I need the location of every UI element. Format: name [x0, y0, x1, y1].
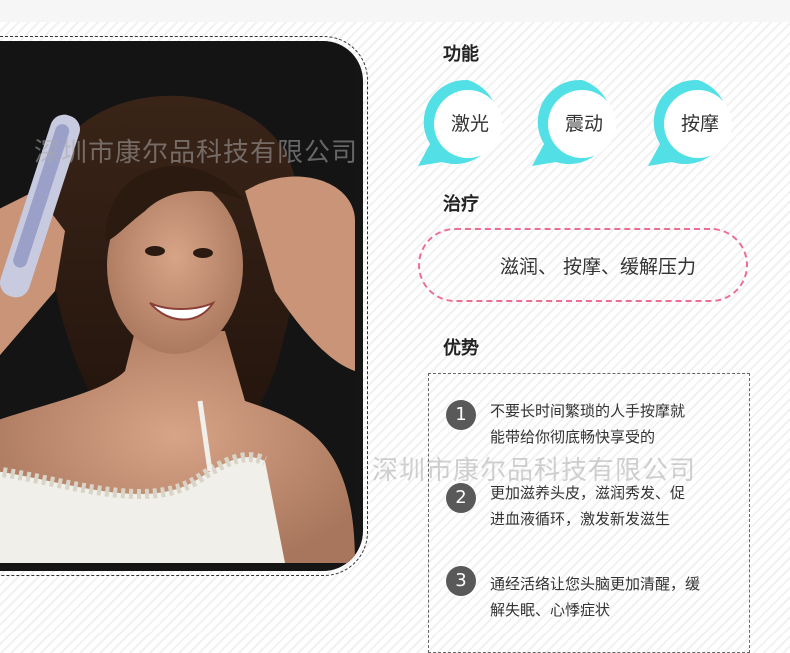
bubble-massage: 按摩	[646, 76, 742, 172]
advantage-1-line1: 不要长时间繁琐的人手按摩就	[490, 402, 686, 420]
watermark-top: 深圳市康尔品科技有限公司	[34, 138, 359, 168]
top-strip	[0, 0, 790, 22]
advantage-item-1: 不要长时间繁琐的人手按摩就 能带给你彻底畅快享受的	[490, 398, 735, 450]
bubble-label-laser: 激光	[450, 113, 489, 135]
product-photo	[0, 41, 363, 571]
advantage-item-2: 更加滋养头皮，滋润秀发、促 进血液循环，激发新发滋生	[490, 480, 735, 532]
advantage-number-3: 3	[446, 566, 476, 596]
bubble-vibration: 震动	[530, 76, 626, 172]
bubble-label-vibration: 震动	[564, 113, 603, 135]
bubble-laser: 激光	[416, 76, 512, 172]
advantage-item-3: 通经活络让您头脑更加清醒，缓 解失眠、心悸症状	[490, 571, 735, 623]
advantages-heading: 优势	[443, 338, 479, 359]
advantage-3-line1: 通经活络让您头脑更加清醒，缓	[490, 575, 701, 593]
woman-hair-comb-illustration	[0, 41, 355, 563]
advantage-number-2: 2	[446, 483, 476, 513]
advantage-2-line2: 进血液循环，激发新发滋生	[490, 510, 671, 528]
bubble-label-massage: 按摩	[680, 113, 719, 135]
advantage-3-line2: 解失眠、心悸症状	[490, 601, 611, 619]
photo-frame	[0, 36, 368, 576]
advantage-1-line2: 能带给你彻底畅快享受的	[490, 428, 656, 446]
function-heading: 功能	[443, 44, 479, 65]
treatment-heading: 治疗	[443, 194, 479, 215]
advantage-number-1: 1	[446, 400, 476, 430]
treatment-text: 滋润、 按摩、缓解压力	[500, 256, 697, 278]
advantage-2-line1: 更加滋养头皮，滋润秀发、促	[490, 484, 686, 502]
